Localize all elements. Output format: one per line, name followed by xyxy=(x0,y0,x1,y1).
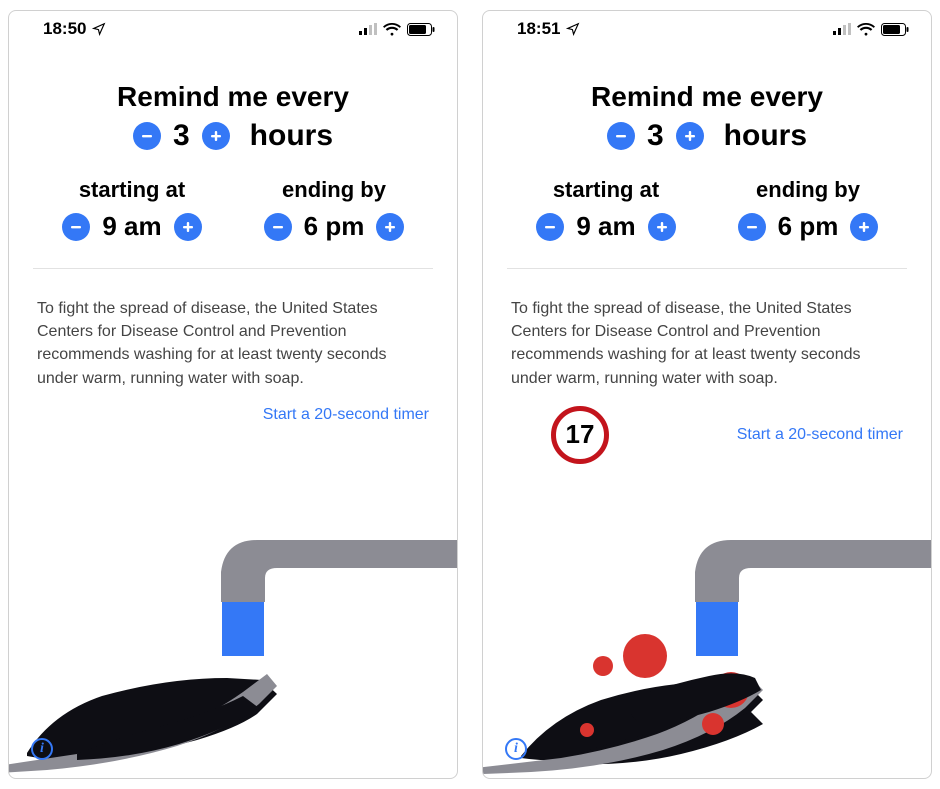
frequency-stepper: 3 hours xyxy=(39,119,427,153)
status-bar: 18:51 xyxy=(483,11,931,41)
link-row: Start a 20-second timer xyxy=(9,396,457,442)
freq-increment-button[interactable] xyxy=(676,122,704,150)
start-time-col: starting at 9 am xyxy=(41,177,223,242)
settings-title: Remind me every xyxy=(513,81,901,113)
countdown-value: 17 xyxy=(566,419,595,450)
cellular-signal-icon xyxy=(359,23,377,35)
end-decrement-button[interactable] xyxy=(264,213,292,241)
info-icon[interactable]: i xyxy=(31,738,53,760)
battery-icon xyxy=(407,23,435,36)
status-time: 18:51 xyxy=(517,19,560,39)
link-row: 17 Start a 20-second timer xyxy=(483,396,931,482)
end-time-label: ending by xyxy=(243,177,425,203)
start-increment-button[interactable] xyxy=(174,213,202,241)
freq-unit: hours xyxy=(724,119,807,153)
start-timer-link[interactable]: Start a 20-second timer xyxy=(263,406,429,424)
start-time-label: starting at xyxy=(515,177,697,203)
status-right xyxy=(359,23,435,36)
status-left: 18:50 xyxy=(43,19,106,39)
freq-unit: hours xyxy=(250,119,333,153)
end-time-label: ending by xyxy=(717,177,899,203)
wifi-icon xyxy=(383,23,401,36)
faucet-hands-svg xyxy=(483,518,931,778)
countdown-timer: 17 xyxy=(551,406,609,464)
start-increment-button[interactable] xyxy=(648,213,676,241)
cdc-info-text: To fight the spread of disease, the Unit… xyxy=(9,269,457,396)
end-decrement-button[interactable] xyxy=(738,213,766,241)
reminder-settings: Remind me every 3 hours starting at 9 am xyxy=(483,41,931,268)
start-time-col: starting at 9 am xyxy=(515,177,697,242)
handwash-illustration xyxy=(9,442,457,778)
reminder-settings: Remind me every 3 hours starting at 9 am xyxy=(9,41,457,268)
info-icon[interactable]: i xyxy=(505,738,527,760)
frequency-stepper: 3 hours xyxy=(513,119,901,153)
start-time-value: 9 am xyxy=(96,211,167,242)
times-row: starting at 9 am ending by xyxy=(39,177,427,268)
location-arrow-icon xyxy=(566,22,580,36)
times-row: starting at 9 am ending by xyxy=(513,177,901,268)
settings-title: Remind me every xyxy=(39,81,427,113)
wifi-icon xyxy=(857,23,875,36)
start-time-stepper: 9 am xyxy=(41,211,223,242)
battery-icon xyxy=(881,23,909,36)
end-time-value: 6 pm xyxy=(298,211,371,242)
freq-value: 3 xyxy=(169,119,194,153)
end-increment-button[interactable] xyxy=(850,213,878,241)
start-time-label: starting at xyxy=(41,177,223,203)
start-timer-link[interactable]: Start a 20-second timer xyxy=(737,426,903,444)
start-time-stepper: 9 am xyxy=(515,211,697,242)
status-time: 18:50 xyxy=(43,19,86,39)
freq-increment-button[interactable] xyxy=(202,122,230,150)
status-left: 18:51 xyxy=(517,19,580,39)
end-time-stepper: 6 pm xyxy=(243,211,425,242)
end-time-value: 6 pm xyxy=(772,211,845,242)
status-bar: 18:50 xyxy=(9,11,457,41)
end-time-stepper: 6 pm xyxy=(717,211,899,242)
cellular-signal-icon xyxy=(833,23,851,35)
end-time-col: ending by 6 pm xyxy=(717,177,899,242)
start-time-value: 9 am xyxy=(570,211,641,242)
status-right xyxy=(833,23,909,36)
freq-decrement-button[interactable] xyxy=(133,122,161,150)
freq-decrement-button[interactable] xyxy=(607,122,635,150)
faucet-hands-svg xyxy=(9,518,457,778)
end-time-col: ending by 6 pm xyxy=(243,177,425,242)
handwash-illustration xyxy=(483,482,931,778)
phone-left: 18:50 Remind me every 3 xyxy=(8,10,458,779)
start-decrement-button[interactable] xyxy=(536,213,564,241)
start-decrement-button[interactable] xyxy=(62,213,90,241)
location-arrow-icon xyxy=(92,22,106,36)
freq-value: 3 xyxy=(643,119,668,153)
phone-right: 18:51 Remind me every 3 xyxy=(482,10,932,779)
end-increment-button[interactable] xyxy=(376,213,404,241)
cdc-info-text: To fight the spread of disease, the Unit… xyxy=(483,269,931,396)
